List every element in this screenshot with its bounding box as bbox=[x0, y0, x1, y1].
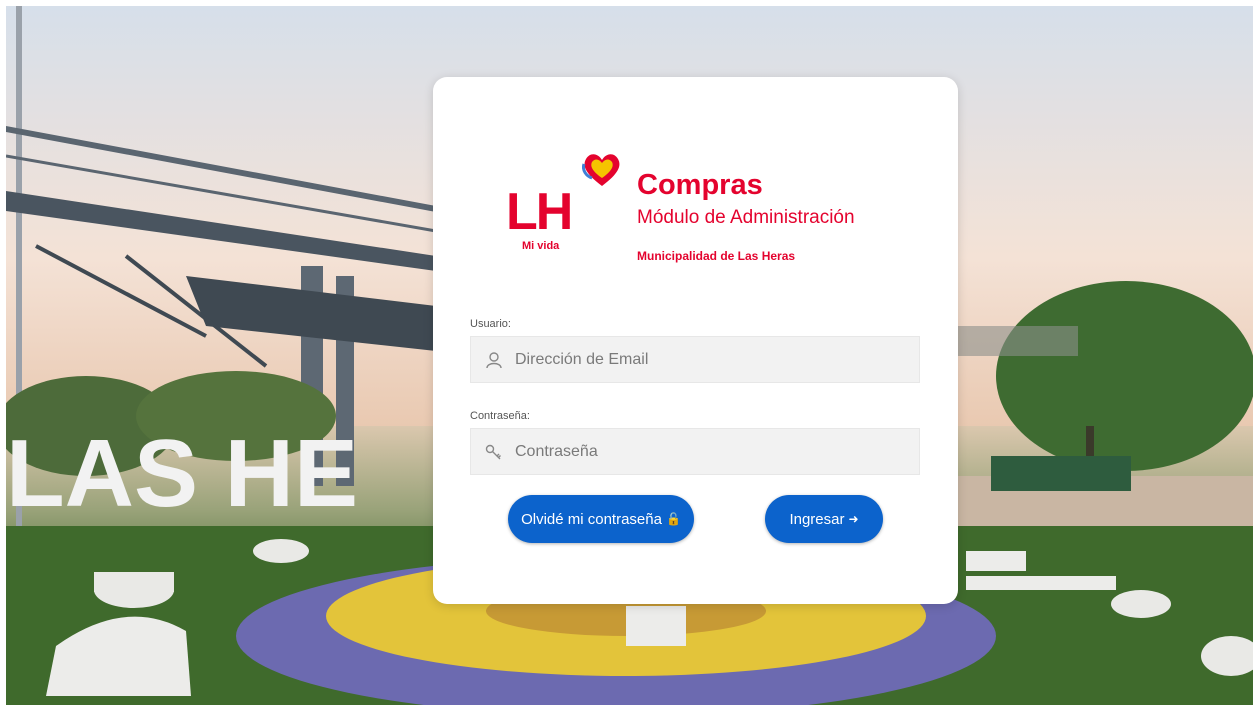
unlock-icon: 🔓 bbox=[665, 512, 681, 526]
key-icon bbox=[485, 444, 501, 459]
password-label: Contraseña: bbox=[470, 410, 530, 422]
login-card: LH Mi vida Compras Módulo de Administrac… bbox=[433, 77, 958, 604]
email-field-container bbox=[470, 336, 920, 383]
email-input[interactable] bbox=[513, 349, 897, 370]
sign-in-icon: ➜ bbox=[848, 512, 859, 526]
user-icon bbox=[486, 351, 502, 368]
organization-name: Municipalidad de Las Heras bbox=[637, 249, 796, 263]
login-button[interactable]: Ingresar ➜ bbox=[765, 495, 883, 543]
login-label: Ingresar bbox=[789, 510, 845, 528]
app-subtitle: Módulo de Administración bbox=[637, 207, 855, 228]
las-heras-sign: LAS HE bbox=[6, 420, 358, 527]
forgot-password-label: Olvidé mi contraseña bbox=[521, 510, 662, 528]
heart-icon bbox=[582, 154, 620, 186]
password-input[interactable] bbox=[513, 441, 897, 462]
user-label: Usuario: bbox=[470, 318, 511, 330]
forgot-password-button[interactable]: Olvidé mi contraseña 🔓 bbox=[508, 495, 694, 543]
password-field-container bbox=[470, 428, 920, 475]
lh-logo: LH bbox=[506, 183, 573, 241]
app-title: Compras bbox=[637, 169, 763, 201]
logo-tagline: Mi vida bbox=[522, 240, 560, 252]
